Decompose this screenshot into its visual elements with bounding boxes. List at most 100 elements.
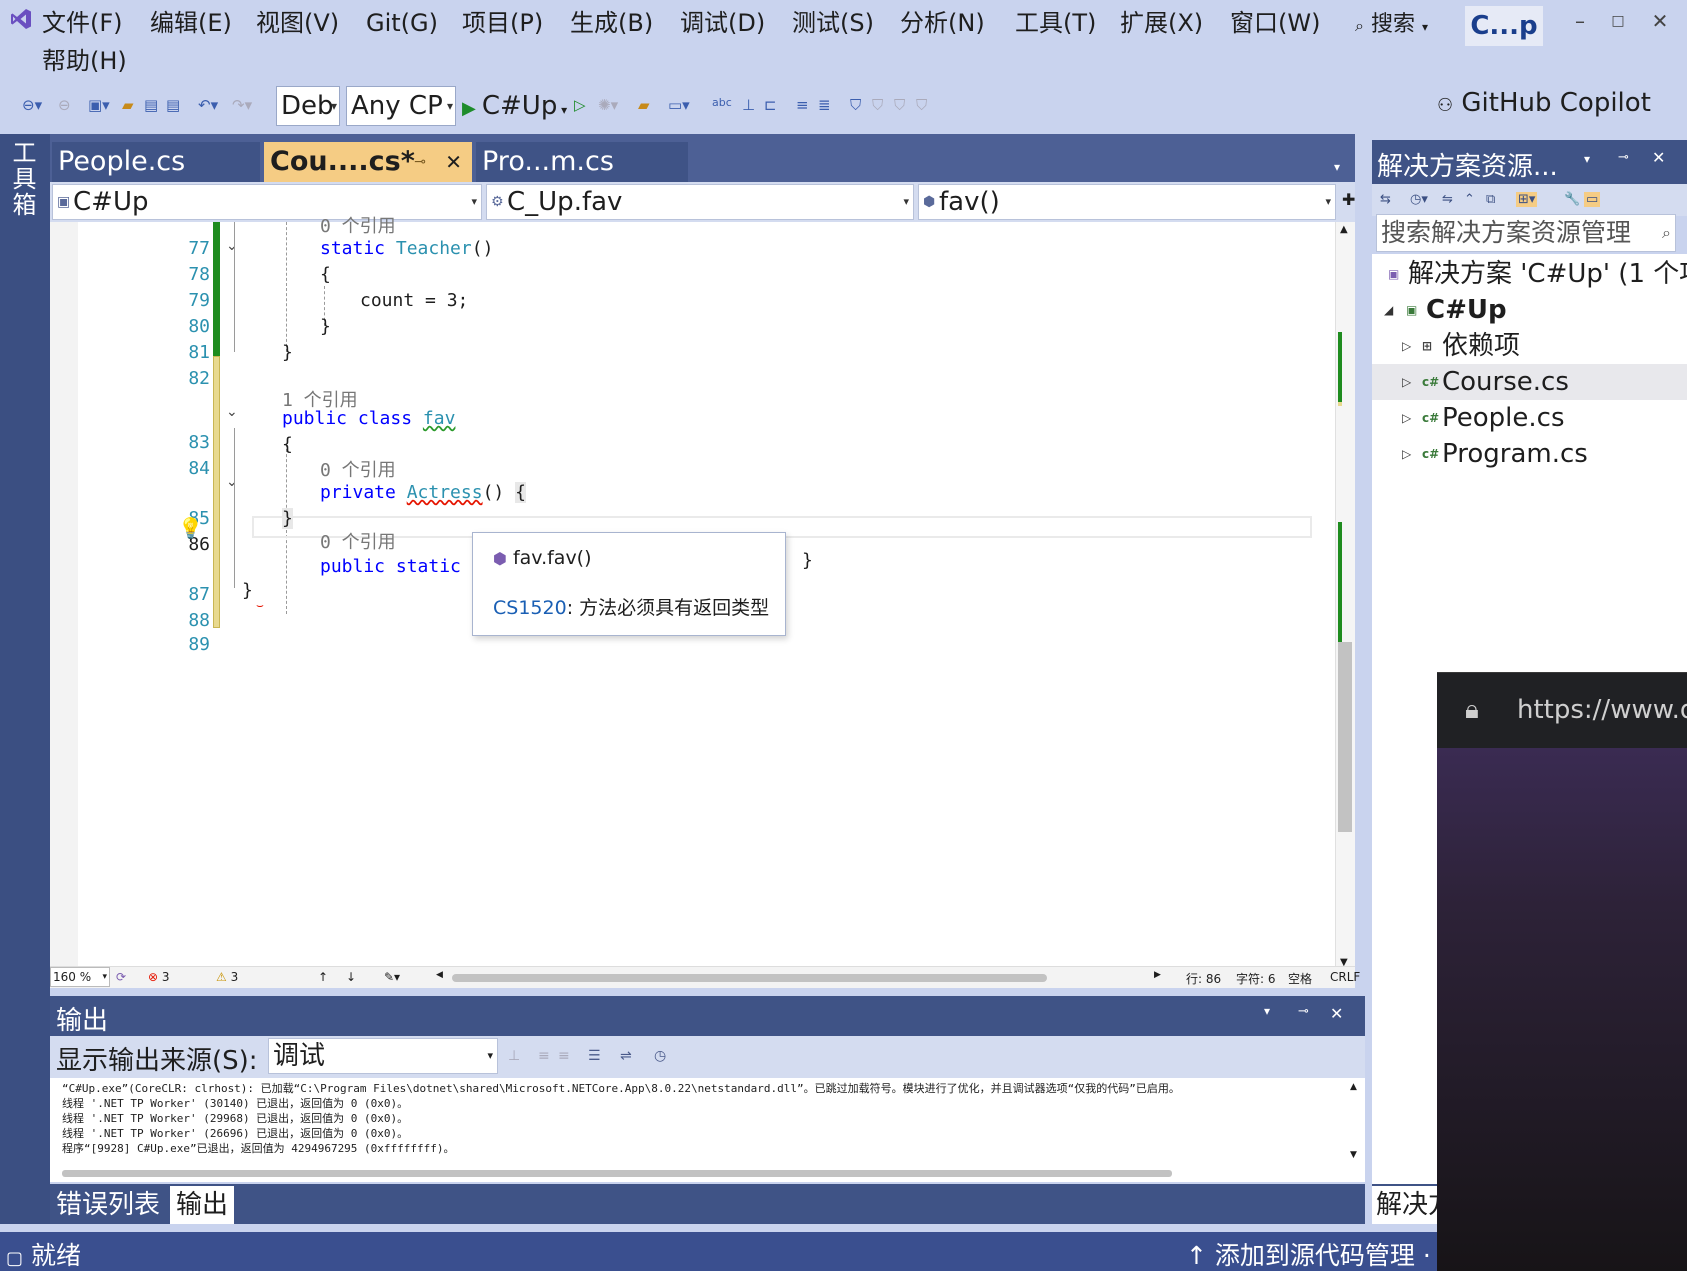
split-editor-icon[interactable]: ✚	[1342, 190, 1355, 209]
clock-icon[interactable]: ◷	[654, 1048, 666, 1064]
menu-file[interactable]: 文件(F)	[42, 8, 123, 38]
platform-dropdown[interactable]: Any CP ▾	[346, 86, 456, 126]
window-layout-icon[interactable]: ▭▾	[668, 96, 690, 114]
lightbulb-icon[interactable]: 💡	[178, 516, 203, 540]
scroll-right-icon[interactable]: ▶	[1154, 970, 1161, 980]
menu-test[interactable]: 测试(S)	[792, 8, 874, 38]
notification-icon[interactable]: ▢	[6, 1248, 23, 1269]
warning-count[interactable]: ⚠ 3	[216, 970, 238, 984]
horizontal-scroll-thumb[interactable]	[62, 1170, 1172, 1177]
solution-search-input[interactable]: 搜索解决方案资源管理 ⌕	[1376, 214, 1676, 252]
pin-icon[interactable]: ⊸	[1618, 150, 1629, 165]
code-lens-references[interactable]: 0 个引用	[320, 528, 396, 554]
close-icon[interactable]: ✕	[1330, 1004, 1343, 1023]
tab-people-cs[interactable]: People.cs	[52, 142, 260, 182]
tree-item-dependencies[interactable]: ▷ ⊞ 依赖项	[1372, 328, 1687, 364]
close-window-icon[interactable]: ✕	[1640, 6, 1680, 36]
menu-analyze[interactable]: 分析(N)	[900, 8, 985, 38]
preview-icon[interactable]: ▭	[1584, 192, 1601, 207]
tree-item-program-cs[interactable]: ▷ c# Program.cs	[1372, 436, 1687, 472]
clear-bookmarks-icon[interactable]: ⛉	[916, 96, 927, 114]
menu-extensions[interactable]: 扩展(X)	[1120, 8, 1203, 38]
collapse-all-icon[interactable]: ⌃	[1464, 192, 1475, 207]
back-icon[interactable]: ⊖▾	[22, 96, 42, 114]
github-copilot-button[interactable]: ⚇ GitHub Copilot	[1437, 88, 1651, 118]
tab-overflow-icon[interactable]: ▾	[1334, 160, 1340, 174]
whitespace-indicator[interactable]: 空格	[1288, 970, 1312, 987]
expanded-icon[interactable]: ◢	[1384, 292, 1393, 328]
vertical-scrollbar[interactable]: ▲ ▼	[1335, 222, 1355, 970]
collapse-icon[interactable]: ⌄	[226, 404, 238, 420]
maximize-icon[interactable]: □	[1598, 6, 1638, 36]
minimize-icon[interactable]: –	[1560, 6, 1600, 36]
browser-url[interactable]: https://www.d	[1517, 695, 1687, 725]
toolbox-strip[interactable]: 工具箱	[0, 134, 50, 1224]
zoom-dropdown[interactable]: 160 % ▾	[50, 967, 110, 987]
save-icon[interactable]: ▤	[144, 96, 158, 114]
error-code-link[interactable]: CS1520	[493, 597, 567, 619]
pin-icon[interactable]: ⊸	[1298, 1004, 1309, 1019]
horizontal-scroll-thumb[interactable]	[452, 974, 1047, 982]
next-issue-icon[interactable]: ↓	[346, 970, 356, 984]
prev-message-icon[interactable]: ≡	[538, 1048, 550, 1064]
type-dropdown[interactable]: ⚙ C_Up.fav ▾	[486, 184, 914, 220]
configuration-dropdown[interactable]: Deb ▾	[276, 86, 340, 126]
panel-options-icon[interactable]: ▾	[1264, 1004, 1270, 1018]
code-lens-references[interactable]: 0 个引用	[320, 456, 396, 482]
menu-project[interactable]: 项目(P)	[462, 8, 543, 38]
member-dropdown[interactable]: ⬢ fav() ▾	[918, 184, 1336, 220]
menu-window[interactable]: 窗口(W)	[1230, 8, 1320, 38]
filter-icon[interactable]: ⊞▾	[1516, 192, 1538, 207]
char-indicator[interactable]: 字符: 6	[1236, 970, 1276, 987]
code-lens-references[interactable]: 0 个引用	[320, 212, 396, 238]
close-icon[interactable]: ✕	[445, 142, 462, 182]
collapse-icon[interactable]: ⌄	[226, 474, 238, 490]
collapsed-icon[interactable]: ▷	[1402, 328, 1411, 364]
output-source-dropdown[interactable]: 调试 ▾	[268, 1038, 498, 1074]
browser-address-bar[interactable]: 🔒︎ https://www.d	[1437, 672, 1687, 748]
start-debugging-button[interactable]: ▶ C#Up ▾	[462, 86, 567, 126]
history-icon[interactable]: ◷▾	[1410, 192, 1428, 207]
menu-debug[interactable]: 调试(D)	[680, 8, 765, 38]
word-wrap-icon[interactable]: ⇌	[620, 1048, 632, 1064]
properties-icon[interactable]: 🔧	[1564, 192, 1580, 207]
next-message-icon[interactable]: ≡	[558, 1048, 570, 1064]
step-over-icon[interactable]: ⊏	[764, 96, 777, 114]
collapse-icon[interactable]: ⌄	[226, 238, 238, 254]
menu-edit[interactable]: 编辑(E)	[150, 8, 232, 38]
next-bookmark-icon[interactable]: ⛉	[894, 96, 905, 114]
menu-build[interactable]: 生成(B)	[570, 8, 653, 38]
scroll-left-icon[interactable]: ◀	[436, 970, 443, 980]
tree-item-course-cs[interactable]: ▷ c# Course.cs	[1372, 364, 1687, 400]
tree-item-project[interactable]: ◢ ▣ C#Up	[1372, 292, 1687, 328]
scroll-thumb[interactable]	[1338, 642, 1352, 832]
open-folder-icon[interactable]: ▰	[122, 96, 134, 114]
health-icon[interactable]: ⟳	[116, 970, 126, 984]
eol-indicator[interactable]: CRLF	[1330, 970, 1360, 984]
prev-issue-icon[interactable]: ↑	[318, 970, 328, 984]
global-search[interactable]: ⌕ 搜索 ▾	[1355, 6, 1428, 38]
redo-icon[interactable]: ↷▾	[232, 96, 252, 114]
menu-help[interactable]: 帮助(H)	[42, 46, 127, 76]
browser-window-overlay[interactable]: 🔒︎ https://www.d	[1437, 672, 1687, 1271]
add-to-source-control-button[interactable]: ↑ 添加到源代码管理 ·	[1186, 1236, 1431, 1271]
menu-git[interactable]: Git(G)	[366, 8, 438, 38]
tree-item-people-cs[interactable]: ▷ c# People.cs	[1372, 400, 1687, 436]
panel-options-icon[interactable]: ▾	[1584, 152, 1590, 166]
browse-icon[interactable]: ▰	[638, 96, 650, 114]
scroll-up-icon[interactable]: ▲	[1340, 224, 1348, 235]
clear-all-icon[interactable]: ☰	[588, 1048, 601, 1064]
pin-icon[interactable]: ⊸	[414, 142, 426, 182]
find-message-icon[interactable]: ⊥	[508, 1048, 520, 1064]
error-count[interactable]: ⊗ 3	[148, 970, 170, 984]
spell-check-icon[interactable]: abc	[712, 96, 732, 109]
solution-name-badge[interactable]: C...p	[1465, 6, 1543, 46]
tab-course-cs[interactable]: Cou....cs* ⊸ ✕	[264, 142, 472, 182]
menu-view[interactable]: 视图(V)	[256, 8, 339, 38]
sync-icon[interactable]: ⇋	[1442, 192, 1453, 207]
start-without-debugging-icon[interactable]: ▷	[574, 96, 586, 114]
show-all-files-icon[interactable]: ⧉	[1486, 192, 1495, 207]
forward-icon[interactable]: ⊖	[58, 96, 71, 114]
line-indicator[interactable]: 行: 86	[1186, 970, 1221, 987]
bookmark-icon[interactable]: ⛉	[850, 96, 861, 114]
